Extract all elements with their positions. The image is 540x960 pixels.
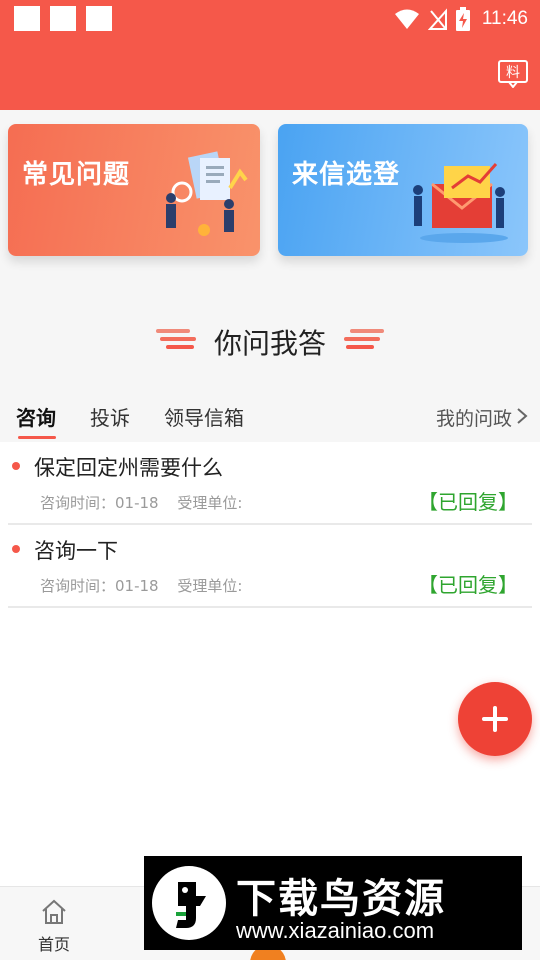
letter-card[interactable]: 来信选登 (278, 124, 528, 256)
tab-leader-mailbox[interactable]: 领导信箱 (164, 402, 244, 431)
tab-consult[interactable]: 咨询 (16, 402, 56, 431)
item-dept: 受理单位: (177, 494, 243, 512)
notification-square-icon (50, 6, 76, 31)
section-header: 你问我答 (0, 282, 540, 390)
item-time: 咨询时间：01-18 (40, 577, 159, 595)
feature-cards: 常见问题 来信选登 (0, 110, 540, 282)
section-title: 你问我答 (213, 327, 326, 360)
chevron-right-icon[interactable] (516, 407, 528, 425)
status-bar: 11:46 (0, 0, 540, 40)
faq-card-title: 常见问题 (22, 160, 131, 190)
list-item[interactable]: 保定回定州需要什么 咨询时间：01-18 受理单位: 【已回复】 (0, 442, 540, 525)
item-title: 咨询一下 (34, 539, 118, 563)
status-icons: 11:46 (394, 6, 528, 32)
divider (8, 606, 532, 608)
nav-home[interactable]: 首页 (30, 899, 78, 955)
status-time: 11:46 (481, 8, 528, 29)
watermark-title: 下载鸟资源 (236, 876, 446, 922)
item-meta: 咨询时间：01-18 受理单位: (40, 492, 256, 513)
no-signal-icon (427, 8, 447, 30)
item-meta: 咨询时间：01-18 受理单位: (40, 575, 256, 596)
svg-text:料: 料 (506, 65, 520, 81)
tab-complaint[interactable]: 投诉 (90, 402, 130, 431)
item-time: 咨询时间：01-18 (40, 494, 159, 512)
inquiry-list: 保定回定州需要什么 咨询时间：01-18 受理单位: 【已回复】 咨询一下 咨询… (0, 442, 540, 608)
tab-bar: 咨询 投诉 领导信箱 我的问政 (0, 390, 540, 442)
right-decor-lines-icon (344, 329, 384, 349)
item-title: 保定回定州需要什么 (34, 456, 223, 480)
watermark-banner: 下载鸟资源 www.xiazainiao.com (144, 856, 522, 950)
nav-home-label: 首页 (37, 935, 70, 954)
bird-logo-icon (176, 882, 206, 928)
item-dept: 受理单位: (177, 577, 243, 595)
status-badge: 【已回复】 (418, 490, 518, 514)
battery-charging-icon (455, 7, 470, 31)
app-header: 料 (0, 40, 540, 110)
letter-illustration-icon (413, 163, 508, 243)
active-tab-indicator (18, 436, 56, 439)
home-icon (42, 899, 66, 924)
letter-card-title: 来信选登 (292, 160, 401, 190)
list-item[interactable]: 咨询一下 咨询时间：01-18 受理单位: 【已回复】 (0, 525, 540, 608)
my-inquiries-link[interactable]: 我的问政 (436, 404, 512, 431)
wifi-icon (394, 9, 419, 29)
add-inquiry-button[interactable] (458, 682, 532, 756)
faq-illustration-icon (166, 151, 248, 236)
notification-square-icon (14, 6, 40, 31)
watermark-url: www.xiazainiao.com (236, 918, 435, 943)
bullet-dot (12, 545, 20, 553)
notification-square-icon (86, 6, 112, 31)
news-board-icon[interactable]: 料 (498, 60, 528, 88)
faq-card[interactable]: 常见问题 (8, 124, 260, 256)
bullet-dot (12, 462, 20, 470)
watermark-logo (152, 866, 226, 940)
plus-icon (482, 706, 508, 732)
status-badge: 【已回复】 (418, 573, 518, 597)
